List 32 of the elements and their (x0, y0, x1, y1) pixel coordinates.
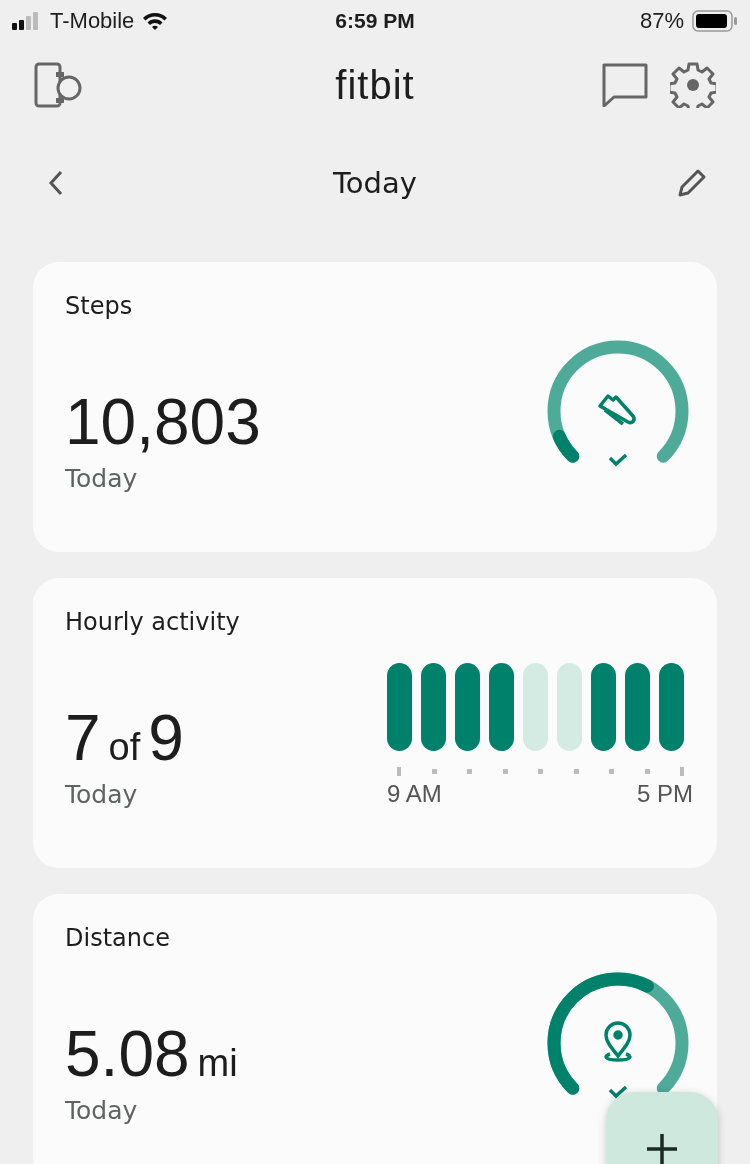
value-unit: mi (197, 1042, 238, 1085)
period-label: Today (65, 464, 139, 493)
value-joiner: of (108, 726, 141, 769)
axis-label: 5 PM (637, 779, 693, 808)
period-label: Today (65, 1096, 139, 1125)
stat-card[interactable]: Steps 10,803 Today (33, 262, 717, 552)
axis-label: 9 AM (387, 779, 442, 808)
stat-value: 10,803 (65, 385, 261, 460)
stat-value: 7 (65, 701, 101, 776)
date-title: Today (333, 166, 417, 200)
edit-icon[interactable] (676, 167, 708, 199)
shoe-icon (598, 394, 636, 426)
battery-percent: 87% (639, 8, 684, 34)
stat-value: 5.08 (65, 1017, 190, 1092)
carrier-name: T-Mobile (50, 8, 135, 34)
settings-icon[interactable] (670, 62, 716, 108)
devices-icon[interactable] (34, 62, 82, 108)
period-label: Today (65, 780, 139, 809)
wifi-icon (142, 11, 169, 31)
back-icon[interactable] (48, 170, 64, 196)
card-title: Distance (65, 924, 171, 952)
location-pin-icon (604, 1021, 632, 1062)
stat-total: 9 (148, 701, 184, 776)
card-title: Steps (65, 292, 134, 320)
stat-card[interactable]: Distance 5.08 mi Today (33, 894, 717, 1164)
chat-icon[interactable] (602, 63, 648, 107)
stat-card[interactable]: Hourly activity 7 of 9 Today 9 AM 5 PM (33, 578, 717, 868)
status-time: 6:59 PM (334, 9, 416, 33)
plus-icon (645, 1132, 679, 1164)
app-logo: fitbit (335, 62, 415, 108)
card-title: Hourly activity (65, 608, 240, 636)
battery-icon (692, 10, 738, 32)
